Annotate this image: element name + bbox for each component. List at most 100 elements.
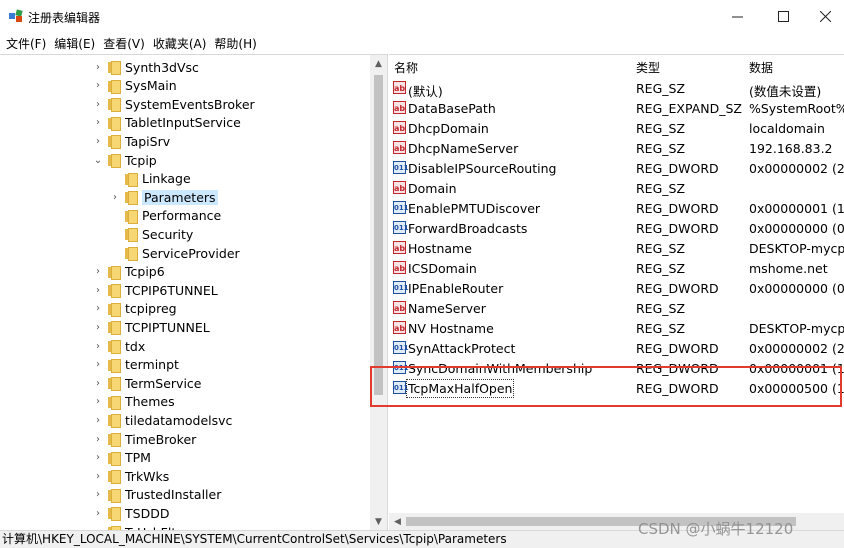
column-header-data[interactable]: 数据 (749, 59, 773, 76)
tree-item[interactable]: › TimeBroker (92, 430, 196, 448)
value-type: REG_SZ (636, 81, 686, 96)
chevron-right-icon[interactable]: › (92, 285, 104, 296)
folder-icon (108, 358, 121, 373)
value-row[interactable]: ab (默认) REG_SZ (数值未设置) (389, 78, 844, 99)
value-row[interactable]: ab NameServer REG_SZ (389, 298, 844, 318)
string-value-icon: ab (393, 81, 406, 94)
menu-view[interactable]: 查看(V) (103, 35, 145, 52)
tree-item[interactable]: ⌄ Tcpip (92, 151, 157, 169)
column-header-type[interactable]: 类型 (636, 59, 660, 76)
tree-item[interactable]: › tiledatamodelsvc (92, 411, 232, 429)
folder-icon (125, 172, 138, 187)
scroll-up-icon[interactable]: ▲ (370, 55, 387, 72)
tree-item[interactable]: ServiceProvider (109, 244, 240, 262)
tree-item[interactable]: › Synth3dVsc (92, 58, 199, 76)
folder-icon (125, 209, 138, 224)
chevron-right-icon[interactable]: › (92, 396, 104, 407)
value-type: REG_DWORD (636, 281, 719, 296)
chevron-right-icon[interactable]: › (92, 378, 104, 389)
folder-icon (125, 227, 138, 243)
value-row[interactable]: 011 EnablePMTUDiscover REG_DWORD 0x00000001… (389, 198, 844, 218)
chevron-right-icon[interactable]: › (92, 415, 104, 426)
menu-favorites[interactable]: 收藏夹(A) (153, 35, 207, 52)
tree-item[interactable]: › TabletInputService (92, 114, 241, 132)
string-value-icon: ab (393, 101, 406, 114)
menu-help[interactable]: 帮助(H) (214, 35, 256, 52)
value-name: Hostname (408, 241, 472, 256)
chevron-right-icon[interactable]: › (92, 452, 104, 463)
tree-item[interactable]: › TapiSrv (92, 132, 170, 150)
value-row[interactable]: ab DhcpDomain REG_SZ localdomain (389, 118, 844, 138)
chevron-right-icon[interactable]: › (92, 136, 104, 147)
tree-item[interactable]: Linkage (109, 170, 191, 188)
close-button[interactable] (806, 0, 844, 32)
folder-icon (108, 506, 121, 522)
chevron-right-icon[interactable]: › (92, 117, 104, 128)
tree-item[interactable]: › TPM (92, 449, 151, 467)
tree-item[interactable]: › TSDDD (92, 504, 169, 522)
menu-file[interactable]: 文件(F) (6, 35, 46, 52)
tree-item-label: SystemEventsBroker (125, 96, 255, 112)
tree-item[interactable]: › TrkWks (92, 467, 169, 485)
tree-item[interactable]: Performance (109, 207, 221, 225)
chevron-down-icon[interactable]: ⌄ (92, 155, 104, 166)
tree-item[interactable]: › TrustedInstaller (92, 486, 221, 504)
tree-vertical-scrollbar[interactable]: ▲ ▼ (370, 55, 387, 530)
value-row[interactable]: 011 ForwardBroadcasts REG_DWORD 0x00000000 … (389, 218, 844, 238)
value-row[interactable]: ab ICSDomain REG_SZ mshome.net (389, 258, 844, 278)
tree-scroll-thumb[interactable] (374, 75, 383, 395)
chevron-right-icon[interactable]: › (92, 341, 104, 352)
tree-item[interactable]: › TCPIPTUNNEL (92, 318, 210, 336)
folder-icon (108, 395, 121, 410)
chevron-right-icon[interactable]: › (92, 80, 104, 91)
chevron-right-icon[interactable]: › (92, 303, 104, 314)
value-row[interactable]: ab Domain REG_SZ (389, 178, 844, 198)
tree-item[interactable]: ›TsUsbFlt (92, 523, 176, 530)
value-row[interactable]: ab DhcpNameServer REG_SZ 192.168.83.2 (389, 138, 844, 158)
folder-icon (108, 60, 121, 75)
chevron-right-icon[interactable]: › (92, 266, 104, 277)
tree-item[interactable]: › tcpipreg (92, 300, 177, 318)
folder-icon (108, 265, 121, 280)
value-row[interactable]: 011 SynAttackProtect REG_DWORD 0x00000002 (… (389, 338, 844, 358)
tree-item[interactable]: Security (109, 225, 193, 243)
values-list: 名称 类型 数据 ab (默认) REG_SZ (数值未设置) ab DataBasePa… (389, 54, 844, 530)
scroll-left-icon[interactable]: ◀ (389, 513, 406, 530)
tree-item[interactable]: › SystemEventsBroker (92, 95, 255, 113)
tree-item[interactable]: › tdx (92, 337, 145, 355)
chevron-right-icon[interactable]: › (92, 508, 104, 519)
menu-edit[interactable]: 编辑(E) (54, 35, 95, 52)
value-row[interactable]: ab Hostname REG_SZ DESKTOP-mycp (389, 238, 844, 258)
value-row[interactable]: abDataBasePath REG_EXPAND_SZ %SystemRoot%\… (389, 98, 844, 118)
watermark: CSDN @小蜗牛12120 (638, 520, 794, 538)
chevron-right-icon[interactable]: › (92, 359, 104, 370)
binary-value-icon: 011 (393, 201, 409, 214)
tree-item-label: tdx (125, 338, 146, 354)
minimize-button[interactable] (714, 0, 760, 32)
chevron-right-icon[interactable]: › (92, 322, 104, 333)
maximize-button[interactable] (760, 0, 806, 32)
chevron-right-icon[interactable]: › (109, 192, 121, 203)
chevron-right-icon[interactable]: › (92, 62, 104, 73)
tree-item[interactable]: › Themes (92, 393, 175, 411)
maximize-icon (777, 10, 789, 22)
chevron-right-icon[interactable]: › (92, 99, 104, 110)
folder-icon (108, 302, 121, 317)
folder-icon (108, 339, 121, 354)
tree-item[interactable]: › terminpt (92, 356, 179, 374)
value-row[interactable]: ab NV Hostname REG_SZ DESKTOP-mycp (389, 318, 844, 338)
column-header-name[interactable]: 名称 (394, 59, 418, 76)
scroll-down-icon[interactable]: ▼ (370, 513, 387, 530)
chevron-right-icon[interactable]: › (92, 489, 104, 500)
tree-item[interactable]: › TCPIP6TUNNEL (92, 281, 218, 299)
value-row[interactable]: 011 DisableIPSourceRouting REG_DWORD 0x0000… (389, 158, 844, 178)
folder-icon (108, 451, 121, 466)
value-row[interactable]: 011 IPEnableRouter REG_DWORD 0x00000000 (0) (389, 278, 844, 298)
chevron-right-icon[interactable]: › (92, 471, 104, 482)
tree-item[interactable]: › Parameters (109, 188, 218, 206)
tree-item[interactable]: › SysMain (92, 77, 177, 95)
tree-item[interactable]: › Tcpip6 (92, 263, 165, 281)
chevron-right-icon[interactable]: › (92, 434, 104, 445)
tree-item-label: Synth3dVsc (125, 59, 199, 75)
tree-item[interactable]: › TermService (92, 374, 202, 392)
